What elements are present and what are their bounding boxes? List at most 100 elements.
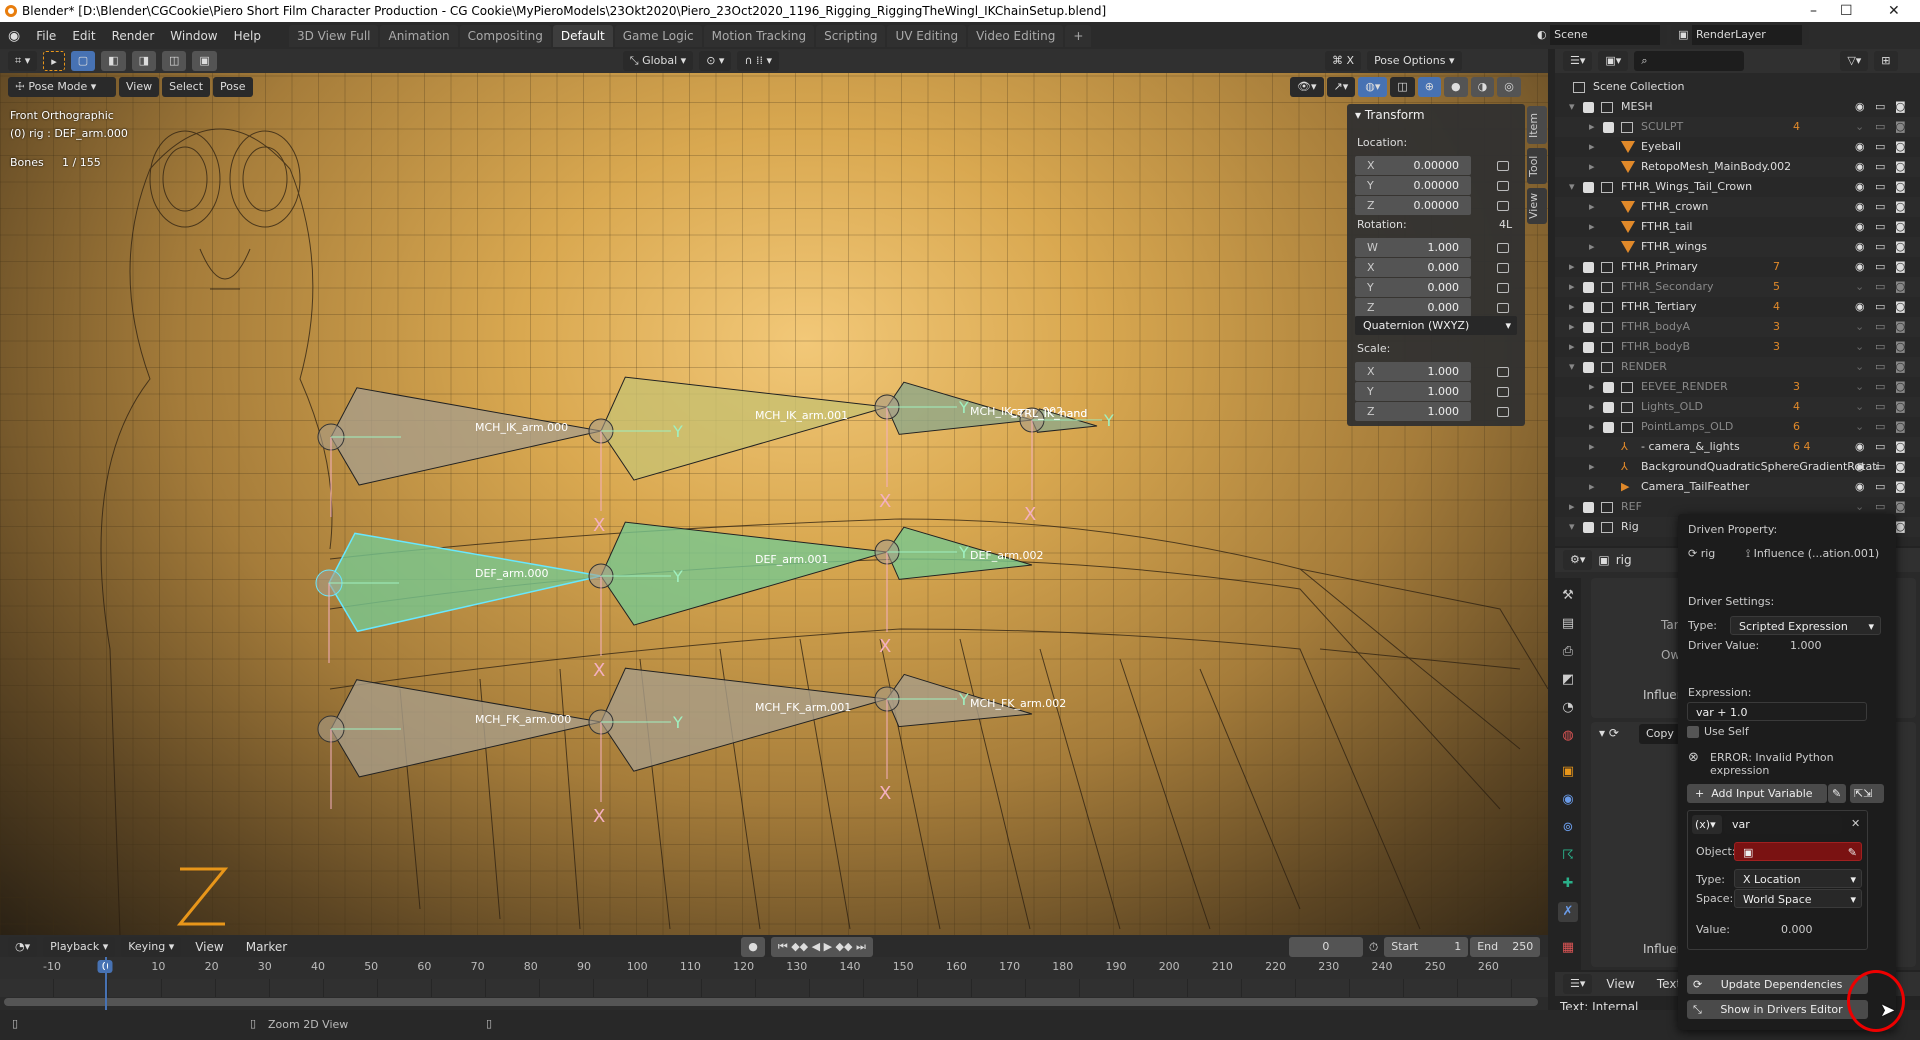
lock-icon[interactable] (1497, 243, 1509, 253)
tab-tool[interactable]: Tool (1527, 148, 1547, 184)
visibility-eye-icon[interactable]: ⌄ (1855, 417, 1864, 437)
visibility-eye-icon[interactable]: ⌄ (1855, 357, 1864, 377)
viewport-disable-icon[interactable]: ▭ (1875, 137, 1885, 157)
playback-menu[interactable]: Playback ▾ (43, 937, 115, 957)
select-mode-new-icon[interactable]: ▢ (71, 51, 95, 71)
visibility-eye-icon[interactable]: ◉ (1855, 177, 1865, 197)
tab-workspace[interactable]: Compositing (460, 25, 551, 47)
render-camera-icon[interactable]: ◙ (1895, 217, 1906, 237)
expand-arrow-icon[interactable]: ▸ (1569, 337, 1575, 357)
expand-arrow-icon[interactable]: ▸ (1589, 417, 1595, 437)
timeline-editor-type-icon[interactable]: ◔▾ (8, 937, 37, 957)
xray-toggle-icon[interactable]: ◫ (1390, 77, 1414, 97)
viewport-disable-icon[interactable]: ▭ (1875, 117, 1885, 137)
visibility-eye-icon[interactable]: ◉ (1855, 157, 1865, 177)
render-camera-icon[interactable]: ◙ (1895, 477, 1906, 497)
playhead[interactable] (105, 957, 107, 1010)
tool-tab-icon[interactable]: ⚒ (1558, 586, 1578, 606)
end-frame-field[interactable]: End250 (1470, 937, 1540, 957)
bone-shape[interactable] (331, 680, 601, 777)
expand-arrow-icon[interactable]: ▾ (1569, 97, 1575, 117)
scene-tab-icon[interactable]: ◔ (1558, 698, 1578, 718)
outliner-row[interactable]: ▸FTHR_crown◉▭◙ (1555, 197, 1920, 217)
viewport-disable-icon[interactable]: ▭ (1875, 157, 1885, 177)
outliner-row[interactable]: ▸⅄- camera_&_lights6 4◉▭◙ (1555, 437, 1920, 457)
remove-variable-icon[interactable]: ✕ (1851, 817, 1860, 830)
expand-arrow-icon[interactable]: ▸ (1589, 457, 1595, 477)
viewport-menu-select[interactable]: Select (162, 77, 210, 97)
menu-help[interactable]: Help (226, 29, 269, 43)
outliner-row[interactable]: ▸SCULPT4⌄▭◙ (1555, 117, 1920, 137)
bone-constraints-tab-icon[interactable]: ✗ (1558, 902, 1578, 922)
viewport-disable-icon[interactable]: ▭ (1875, 457, 1885, 477)
outliner-row[interactable]: ▸PointLamps_OLD6⌄▭◙ (1555, 417, 1920, 437)
render-camera-icon[interactable]: ◙ (1895, 497, 1906, 517)
exclude-checkbox[interactable] (1583, 282, 1594, 293)
exclude-checkbox[interactable] (1583, 262, 1594, 273)
select-tool-icon[interactable]: ▸ (43, 51, 65, 71)
tab-workspace[interactable]: Scripting (816, 25, 885, 47)
outliner-row[interactable]: ▸Lights_OLD4⌄▭◙ (1555, 397, 1920, 417)
viewport-disable-icon[interactable]: ▭ (1875, 237, 1885, 257)
exclude-checkbox[interactable] (1603, 382, 1614, 393)
viewport-disable-icon[interactable]: ▭ (1875, 397, 1885, 417)
lock-icon[interactable] (1497, 303, 1509, 313)
copy-paste-variables-icon[interactable]: ⇱⇲ (1850, 784, 1884, 803)
viewport-disable-icon[interactable]: ▭ (1875, 317, 1885, 337)
armature-data-tab-icon[interactable]: ☈ (1558, 846, 1578, 866)
timeline-menu-view[interactable]: View (187, 940, 231, 954)
expand-arrow-icon[interactable]: ▸ (1589, 237, 1595, 257)
exclude-checkbox[interactable] (1583, 182, 1594, 193)
viewport-disable-icon[interactable]: ▭ (1875, 197, 1885, 217)
wireframe-shading-icon[interactable]: ⊕ (1418, 77, 1441, 97)
pivot-point-dropdown[interactable]: ⊙ ▾ (699, 51, 731, 71)
tab-workspace[interactable]: UV Editing (887, 25, 966, 47)
render-layer-selector[interactable]: ▣ RenderLayer (1671, 25, 1809, 45)
outliner-row[interactable]: ▸EEVEE_RENDER3⌄▭◙ (1555, 377, 1920, 397)
visibility-eye-icon[interactable]: ◉ (1855, 197, 1865, 217)
visibility-eye-icon[interactable]: ◉ (1855, 457, 1865, 477)
text-editor-type-icon[interactable]: ☰▾ (1563, 974, 1592, 994)
lock-icon[interactable] (1497, 367, 1509, 377)
tab-workspace[interactable]: Motion Tracking (704, 25, 814, 47)
scene-selector[interactable]: ◐ Scene (1530, 25, 1667, 45)
tab-workspace[interactable]: Video Editing (968, 25, 1063, 47)
expand-arrow-icon[interactable]: ▸ (1569, 277, 1575, 297)
bone-shape[interactable] (331, 388, 601, 485)
3d-viewport[interactable]: MCH_IK_arm.000XYMCH_IK_arm.001XYMCH_IK_a… (0, 49, 1548, 935)
viewport-disable-icon[interactable]: ▭ (1875, 217, 1885, 237)
expand-arrow-icon[interactable]: ▸ (1569, 317, 1575, 337)
show-in-drivers-editor-button[interactable]: ⤡Show in Drivers Editor (1687, 1000, 1868, 1019)
filter-icon[interactable]: ▽▾ (1840, 51, 1868, 71)
variable-space-dropdown[interactable]: World Space▾ (1734, 889, 1862, 908)
menu-edit[interactable]: Edit (64, 29, 103, 43)
tab-view[interactable]: View (1527, 188, 1547, 224)
timeline-tracks[interactable] (0, 979, 1548, 997)
tab-workspace[interactable]: Animation (380, 25, 457, 47)
visibility-eye-icon[interactable]: ◉ (1855, 257, 1865, 277)
eyedropper-icon[interactable]: ✎ (1828, 784, 1846, 803)
visibility-eye-icon[interactable]: ◉ (1855, 237, 1865, 257)
outliner-row[interactable]: ▸Eyeball◉▭◙ (1555, 137, 1920, 157)
render-camera-icon[interactable]: ◙ (1895, 277, 1906, 297)
bone-tab-icon[interactable]: ✚ (1558, 874, 1578, 894)
playback-controls[interactable]: ⏮ ◆◆ ◀ ▶ ◆◆ ⏭ (771, 937, 873, 957)
render-camera-icon[interactable]: ◙ (1895, 517, 1906, 537)
expand-arrow-icon[interactable]: ▸ (1589, 197, 1595, 217)
tab-item[interactable]: Item (1527, 106, 1547, 144)
exclude-checkbox[interactable] (1583, 342, 1594, 353)
tab-workspace[interactable]: Game Logic (615, 25, 702, 47)
outliner-row[interactable]: ▾MESH◉▭◙ (1555, 97, 1920, 117)
add-input-variable-button[interactable]: + Add Input Variable (1687, 784, 1827, 803)
visibility-eye-icon[interactable]: ⌄ (1855, 277, 1864, 297)
menu-window[interactable]: Window (162, 29, 225, 43)
expand-arrow-icon[interactable]: ▸ (1589, 477, 1595, 497)
visibility-eye-icon[interactable]: ◉ (1855, 217, 1865, 237)
minimize-button[interactable]: – (1810, 0, 1817, 22)
expand-arrow-icon[interactable]: ▸ (1589, 397, 1595, 417)
outliner-row[interactable]: ▸FTHR_tail◉▭◙ (1555, 217, 1920, 237)
output-tab-icon[interactable]: ⎙ (1558, 642, 1578, 662)
x-mirror-toggle[interactable]: ⌘ X (1325, 51, 1361, 71)
variable-transform-type-dropdown[interactable]: X Location▾ (1734, 869, 1862, 888)
snap-toggle-icon[interactable]: ∩ ⁞⁞ ▾ (737, 51, 779, 71)
